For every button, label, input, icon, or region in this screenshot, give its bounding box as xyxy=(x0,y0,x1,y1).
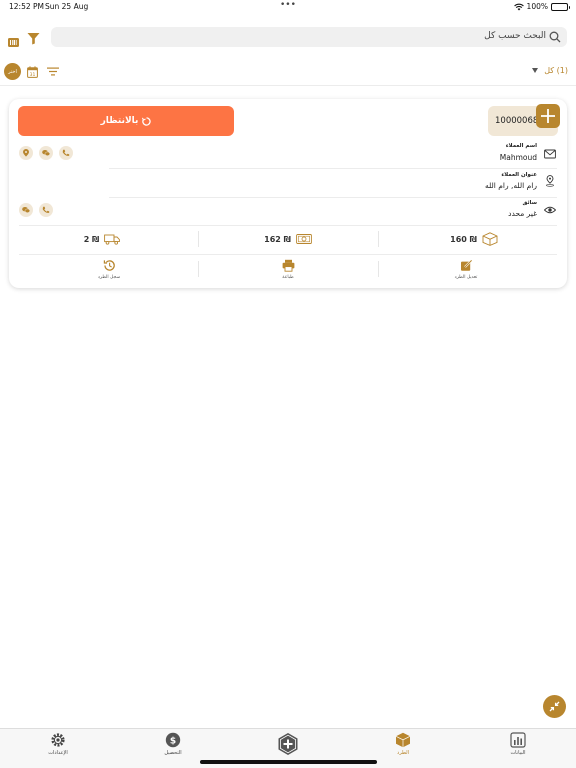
caret-down-icon xyxy=(532,68,539,73)
customer-name: Mahmoud xyxy=(499,153,537,162)
pending-spinner-icon xyxy=(142,116,152,126)
print-button[interactable]: طباعة xyxy=(195,259,381,287)
cash-icon xyxy=(296,234,312,244)
count-text: (1) كل xyxy=(544,66,568,75)
envelope-icon xyxy=(544,149,556,159)
tab-collection-label: التحصيل xyxy=(164,750,182,756)
barcode-scan-icon[interactable] xyxy=(8,32,19,47)
edit-order-label: تعديل الطرد xyxy=(454,275,478,280)
customer-address-row: عنوان العملاء رام الله, رام الله xyxy=(9,169,567,196)
search-placeholder: البحث حسب كل xyxy=(484,31,546,41)
tab-parcels-label: الطرد xyxy=(397,750,409,756)
status-right: 100% xyxy=(513,2,570,11)
order-status-button[interactable]: بالانتظار xyxy=(18,106,234,136)
gear-icon xyxy=(51,733,65,747)
truck-icon xyxy=(104,234,121,245)
search-icon xyxy=(549,31,561,43)
phone-icon xyxy=(42,206,50,213)
history-button[interactable]: سجل الطرد xyxy=(16,259,202,287)
amount-stat: 162 ₪ xyxy=(195,229,381,249)
printer-icon xyxy=(282,259,294,272)
tab-settings-label: الإعدادات xyxy=(48,750,68,756)
delivery-fee: 2 ₪ xyxy=(83,234,100,244)
chat-icon xyxy=(22,207,30,213)
add-order-button[interactable] xyxy=(276,732,300,756)
status-date: Sun 25 Aug xyxy=(45,2,89,11)
status-time: 12:52 PM xyxy=(9,2,44,11)
customer-name-label: اسم العملاء xyxy=(505,143,537,149)
parcel-box-icon xyxy=(395,732,411,748)
customer-call-button[interactable] xyxy=(59,146,73,160)
chat-icon xyxy=(42,150,50,156)
price-stat: 160 ₪ xyxy=(381,229,567,249)
dollar-icon: $ xyxy=(165,732,181,748)
svg-text:31: 31 xyxy=(30,72,36,78)
customer-chat-button[interactable] xyxy=(39,146,53,160)
search-input[interactable]: البحث حسب كل xyxy=(51,27,567,47)
delivery-fee-stat: 2 ₪ xyxy=(9,229,195,249)
order-card[interactable]: بالانتظار 10000068 اسم العملاء Mahmoud ع… xyxy=(9,99,567,288)
count-dropdown[interactable]: (1) كل xyxy=(532,66,568,75)
add-hexagon-icon xyxy=(278,733,298,755)
history-icon xyxy=(103,260,115,271)
print-label: طباعة xyxy=(282,275,294,280)
battery-percent: 100% xyxy=(526,2,548,11)
order-stats: 2 ₪ 162 ₪ 160 ₪ xyxy=(9,229,567,249)
bar-chart-icon xyxy=(510,732,526,748)
order-number: 10000068 xyxy=(495,116,539,126)
customer-name-row: اسم العملاء Mahmoud xyxy=(9,141,567,167)
amount-value: 162 ₪ xyxy=(264,234,291,244)
select-all-button[interactable]: اختر xyxy=(4,63,21,80)
location-pin-icon xyxy=(23,149,29,157)
sort-icon[interactable] xyxy=(47,67,59,76)
customer-location-button[interactable] xyxy=(19,146,33,160)
driver-row: سائق غير محدد xyxy=(9,198,567,224)
row-divider xyxy=(19,225,557,226)
list-toolbar: اختر 31 (1) كل xyxy=(0,60,576,86)
customer-address-label: عنوان العملاء xyxy=(501,172,537,178)
driver-chat-button[interactable] xyxy=(19,203,33,217)
row-divider xyxy=(19,254,557,255)
svg-text:$: $ xyxy=(170,736,176,746)
filter-icon[interactable] xyxy=(27,30,40,45)
phone-icon xyxy=(62,149,70,156)
battery-icon xyxy=(551,2,570,11)
tab-stats-label: البيانات xyxy=(510,750,526,756)
driver-value: غير محدد xyxy=(508,209,537,218)
calendar-icon[interactable]: 31 xyxy=(27,66,38,78)
box-icon xyxy=(482,232,498,246)
tab-settings[interactable]: الإعدادات xyxy=(28,732,88,756)
tab-collection[interactable]: $ التحصيل xyxy=(143,732,203,756)
history-label: سجل الطرد xyxy=(97,275,121,280)
tab-parcels[interactable]: الطرد xyxy=(373,732,433,756)
driver-label: سائق xyxy=(522,200,538,206)
wifi-icon xyxy=(513,3,524,10)
tab-stats[interactable]: البيانات xyxy=(488,732,548,756)
edit-order-button[interactable]: تعديل الطرد xyxy=(373,259,559,287)
stat-separator xyxy=(378,231,379,247)
expand-order-icon[interactable] xyxy=(536,104,560,128)
driver-call-button[interactable] xyxy=(39,203,53,217)
status-bar: 12:52 PM Sun 25 Aug ••• 100% xyxy=(0,0,576,14)
collapse-arrows-icon xyxy=(549,701,560,712)
map-pin-icon xyxy=(546,175,554,187)
customer-address: رام الله, رام الله xyxy=(485,181,537,190)
order-number-box: 10000068 xyxy=(488,104,560,136)
multitasking-dots-icon[interactable]: ••• xyxy=(280,0,296,10)
home-indicator[interactable] xyxy=(200,760,377,764)
collapse-fab-button[interactable] xyxy=(543,695,566,718)
price-value: 160 ₪ xyxy=(450,234,477,244)
edit-icon xyxy=(460,259,472,271)
status-label: بالانتظار xyxy=(100,116,139,126)
eye-icon xyxy=(544,206,556,214)
order-actions: سجل الطرد طباعة تعديل الطرد xyxy=(9,259,567,287)
